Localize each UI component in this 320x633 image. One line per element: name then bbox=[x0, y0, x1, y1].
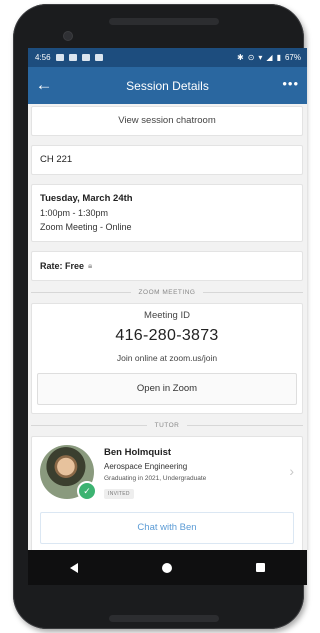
signal-icon: ◢ bbox=[266, 53, 273, 62]
chat-with-tutor-button[interactable]: Chat with Ben bbox=[40, 512, 294, 544]
nav-home-icon[interactable] bbox=[162, 562, 172, 573]
divider-line bbox=[187, 424, 303, 426]
join-instructions: Join online at zoom.us/join bbox=[116, 353, 218, 363]
open-in-zoom-button[interactable]: Open in Zoom bbox=[37, 373, 297, 405]
rate-label: Rate: Free bbox=[40, 261, 85, 271]
divider-line bbox=[31, 291, 131, 293]
status-time: 4:56 bbox=[35, 53, 51, 62]
rate-card: Rate: Free 🔒︎ bbox=[31, 251, 303, 281]
meeting-id-label: Meeting ID bbox=[144, 310, 190, 321]
course-code: CH 221 bbox=[31, 145, 303, 175]
avatar: ✓ bbox=[40, 445, 97, 501]
tutor-row[interactable]: ✓ Ben Holmquist Aerospace Engineering Gr… bbox=[40, 445, 294, 501]
wifi-icon: ▾ bbox=[258, 53, 263, 62]
battery-percent: 67% bbox=[284, 53, 301, 62]
mail-icon bbox=[94, 54, 103, 61]
divider-line bbox=[31, 424, 147, 426]
top-speaker bbox=[109, 18, 219, 25]
f-icon bbox=[68, 54, 77, 61]
tutor-section-header: TUTOR bbox=[31, 414, 303, 436]
front-camera bbox=[63, 31, 73, 41]
zoom-card: Meeting ID 416-280-3873 Join online at z… bbox=[31, 303, 303, 414]
page-title: Session Details bbox=[126, 78, 209, 93]
view-chatroom-button[interactable]: View session chatroom bbox=[31, 106, 303, 136]
bottom-speaker bbox=[109, 615, 219, 622]
session-date: Tuesday, March 24th bbox=[40, 193, 133, 204]
notification-icon bbox=[55, 54, 64, 61]
tutor-card: ✓ Ben Holmquist Aerospace Engineering Gr… bbox=[31, 436, 303, 555]
tutor-info: Ben Holmquist Aerospace Engineering Grad… bbox=[104, 447, 206, 500]
chevron-right-icon: › bbox=[289, 463, 294, 479]
app-bar: ← Session Details ••• bbox=[28, 67, 307, 104]
lock-icon: 🔒︎ bbox=[88, 261, 93, 270]
session-location: Zoom Meeting - Online bbox=[40, 222, 132, 232]
content: View session chatroom CH 221 Tuesday, Ma… bbox=[28, 106, 307, 555]
session-time-card: Tuesday, March 24th 1:00pm - 1:30pm Zoom… bbox=[31, 184, 303, 242]
nav-recent-apps-icon[interactable] bbox=[256, 563, 265, 572]
screen: 4:56 ✱ ⊙ ▾ ◢ ▮ 67% ← Session Details •••… bbox=[28, 48, 307, 585]
alarm-icon: ⊙ bbox=[247, 53, 255, 62]
status-bar: 4:56 ✱ ⊙ ▾ ◢ ▮ 67% bbox=[28, 48, 307, 67]
more-horiz-icon[interactable]: ••• bbox=[282, 75, 299, 93]
bluetooth-icon: ✱ bbox=[237, 53, 244, 62]
nav-back-icon[interactable] bbox=[70, 562, 78, 573]
mail-icon bbox=[81, 54, 90, 61]
session-time: 1:00pm - 1:30pm bbox=[40, 208, 109, 218]
status-badge: INVITED bbox=[104, 489, 134, 499]
tutor-section-label: TUTOR bbox=[154, 421, 180, 429]
verified-check-icon: ✓ bbox=[77, 481, 97, 501]
zoom-section-label: ZOOM MEETING bbox=[138, 288, 196, 296]
back-arrow-icon[interactable]: ← bbox=[34, 75, 54, 95]
tutor-major: Aerospace Engineering bbox=[104, 462, 188, 471]
meeting-id: 416-280-3873 bbox=[115, 327, 219, 344]
tutor-name: Ben Holmquist bbox=[104, 447, 172, 458]
divider-line bbox=[203, 291, 304, 293]
battery-icon: ▮ bbox=[276, 53, 281, 62]
zoom-section-header: ZOOM MEETING bbox=[31, 281, 304, 303]
tutor-graduation: Graduating in 2021, Undergraduate bbox=[104, 475, 207, 482]
system-nav-bar bbox=[28, 550, 307, 585]
